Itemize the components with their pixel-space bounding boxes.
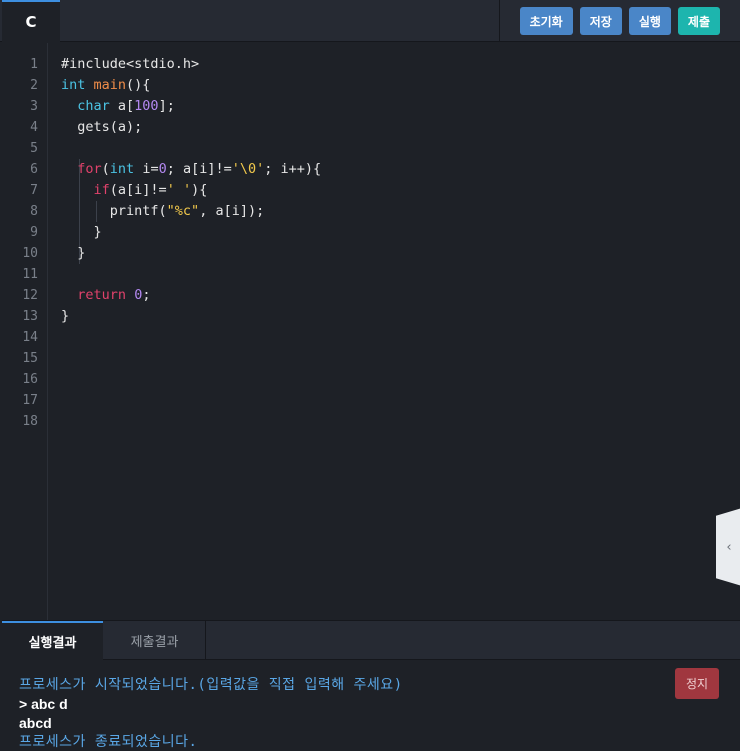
code-line: for(int i=0; a[i]!='\0'; i++){ (77, 161, 322, 177)
line-number-gutter: 1 2 3 4 5 6 7 8 9 10 11 12 13 14 15 16 1… (2, 43, 48, 620)
code-line: return 0; (77, 287, 151, 303)
output-console[interactable]: 프로세스가 시작되었습니다.(입력값을 직접 입력해 주세요) > abc d … (2, 660, 740, 751)
chevron-left-icon: ‹ (726, 539, 732, 555)
language-tab-c[interactable]: C (2, 0, 60, 42)
code-line: } (61, 224, 102, 240)
code-line: if(a[i]!=' '){ (93, 182, 208, 198)
line-number: 4 (30, 120, 38, 135)
tab-submit-result[interactable]: 제출결과 (104, 621, 206, 660)
line-number: 5 (30, 141, 38, 156)
line-number: 2 (30, 78, 38, 93)
line-number: 6 (30, 162, 38, 177)
line-number: 16 (22, 372, 38, 387)
code-line: } (61, 308, 70, 324)
output-tabs: 실행결과 제출결과 (2, 620, 740, 660)
line-number: 1 (30, 57, 38, 72)
side-panel-toggle[interactable]: ‹ (716, 508, 740, 586)
line-number: 10 (22, 246, 38, 261)
submit-button[interactable]: 제출 (677, 7, 720, 35)
line-number: 18 (22, 414, 38, 429)
console-end-message: 프로세스가 종료되었습니다. (19, 734, 198, 750)
reset-button[interactable]: 초기화 (519, 7, 573, 35)
save-button[interactable]: 저장 (579, 7, 622, 35)
code-line: printf("%c", a[i]); (61, 203, 265, 219)
line-number: 9 (30, 225, 38, 240)
line-number: 3 (30, 99, 38, 114)
code-line: } (61, 245, 86, 261)
line-number: 15 (22, 351, 38, 366)
console-input-line: > abc d (19, 696, 68, 712)
tab-run-result[interactable]: 실행결과 (2, 621, 103, 660)
editor-toolbar: C 초기화 저장 실행 제출 (0, 0, 740, 42)
code-line: gets(a); (61, 119, 143, 135)
line-number: 7 (30, 183, 38, 198)
code-line: char a[100]; (77, 98, 175, 114)
toolbar-actions: 초기화 저장 실행 제출 (499, 0, 740, 42)
line-number: 13 (22, 309, 38, 324)
code-line: #include<stdio.h> (61, 56, 200, 72)
code-editor[interactable]: 1 2 3 4 5 6 7 8 9 10 11 12 13 14 15 16 1… (2, 43, 740, 620)
line-number: 8 (30, 204, 38, 219)
run-button[interactable]: 실행 (628, 7, 671, 35)
code-line: int main(){ (61, 77, 151, 93)
console-output-line: abcd (19, 715, 52, 731)
line-number: 17 (22, 393, 38, 408)
line-number: 14 (22, 330, 38, 345)
stop-button[interactable]: 정지 (675, 668, 719, 699)
line-number: 11 (22, 267, 38, 282)
line-number: 12 (22, 288, 38, 303)
console-start-message: 프로세스가 시작되었습니다.(입력값을 직접 입력해 주세요) (19, 677, 403, 693)
